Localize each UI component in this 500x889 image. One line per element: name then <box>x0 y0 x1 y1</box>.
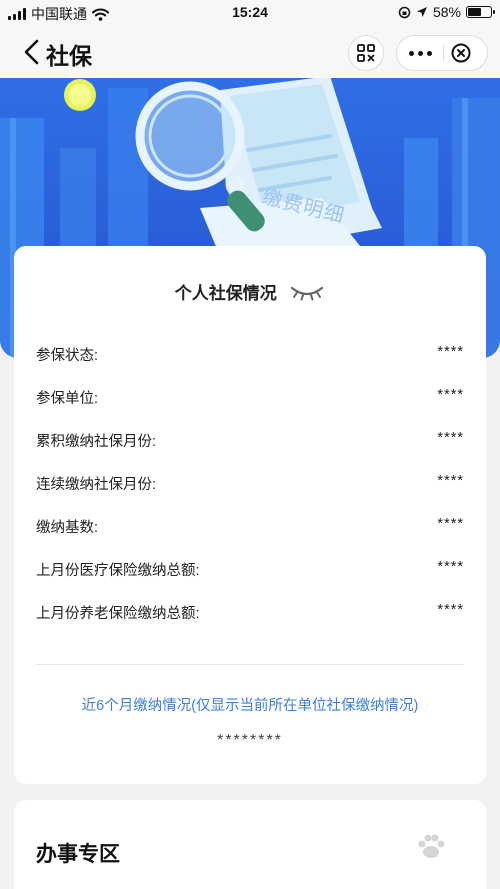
info-label: 参保状态: <box>36 348 99 364</box>
info-value: **** <box>437 387 464 403</box>
eye-closed-icon[interactable] <box>289 283 325 301</box>
card-divider <box>36 664 464 665</box>
info-row-employer: 参保单位: **** <box>36 387 464 409</box>
recent-payments-link[interactable]: 近6个月缴纳情况(仅显示当前所在单位社保缴纳情况) <box>14 694 486 715</box>
card-header: 个人社保情况 <box>14 279 486 304</box>
more-button[interactable] <box>397 36 443 70</box>
info-label: 参保单位: <box>36 391 99 407</box>
info-value: **** <box>437 559 464 575</box>
paw-logo-icon <box>418 834 445 858</box>
info-row-contribution-base: 缴纳基数: **** <box>36 516 464 538</box>
status-bar: 中国联通 15:24 58% <box>0 0 500 26</box>
recent-payments-value: ******** <box>217 732 283 749</box>
close-circle-icon[interactable] <box>451 43 471 63</box>
baidu-watermark <box>388 832 478 880</box>
page-title: 社保 <box>46 43 92 69</box>
more-dot <box>417 50 423 56</box>
status-right: 58% <box>398 4 495 20</box>
info-value: **** <box>437 473 464 489</box>
capsule-divider <box>443 45 444 61</box>
info-row-medical-total: 上月份医疗保险缴纳总额: **** <box>36 559 464 581</box>
info-label: 缴纳基数: <box>36 520 99 536</box>
mini-program-capsule <box>396 35 488 71</box>
info-label: 累积缴纳社保月份: <box>36 434 157 450</box>
chevron-left-icon[interactable] <box>22 39 42 65</box>
info-label: 上月份养老保险缴纳总额: <box>36 606 200 622</box>
location-icon <box>416 7 427 17</box>
battery-icon <box>466 6 495 18</box>
service-zone-title: 办事专区 <box>36 843 120 866</box>
info-row-pension-total: 上月份养老保险缴纳总额: **** <box>36 602 464 624</box>
info-row-total-months: 累积缴纳社保月份: **** <box>36 430 464 452</box>
scan-button[interactable] <box>348 35 384 71</box>
info-label: 连续缴纳社保月份: <box>36 477 157 493</box>
more-dot <box>408 50 414 56</box>
orientation-lock-icon <box>398 6 411 18</box>
info-row-continuous-months: 连续缴纳社保月份: **** <box>36 473 464 495</box>
info-value: **** <box>437 602 464 618</box>
card-title: 个人社保情况 <box>174 284 277 303</box>
info-row-status: 参保状态: **** <box>36 344 464 366</box>
info-label: 上月份医疗保险缴纳总额: <box>36 563 200 579</box>
scan-icon <box>357 44 375 62</box>
more-dot <box>426 50 432 56</box>
info-value: **** <box>437 344 464 360</box>
social-security-card: 个人社保情况 参保状态: **** 参保单位: **** 累积缴纳社保月份: *… <box>14 246 486 784</box>
battery-percent: 58% <box>432 4 461 20</box>
info-value: **** <box>437 430 464 446</box>
nav-bar: 社保 <box>0 26 500 78</box>
info-value: **** <box>437 516 464 532</box>
